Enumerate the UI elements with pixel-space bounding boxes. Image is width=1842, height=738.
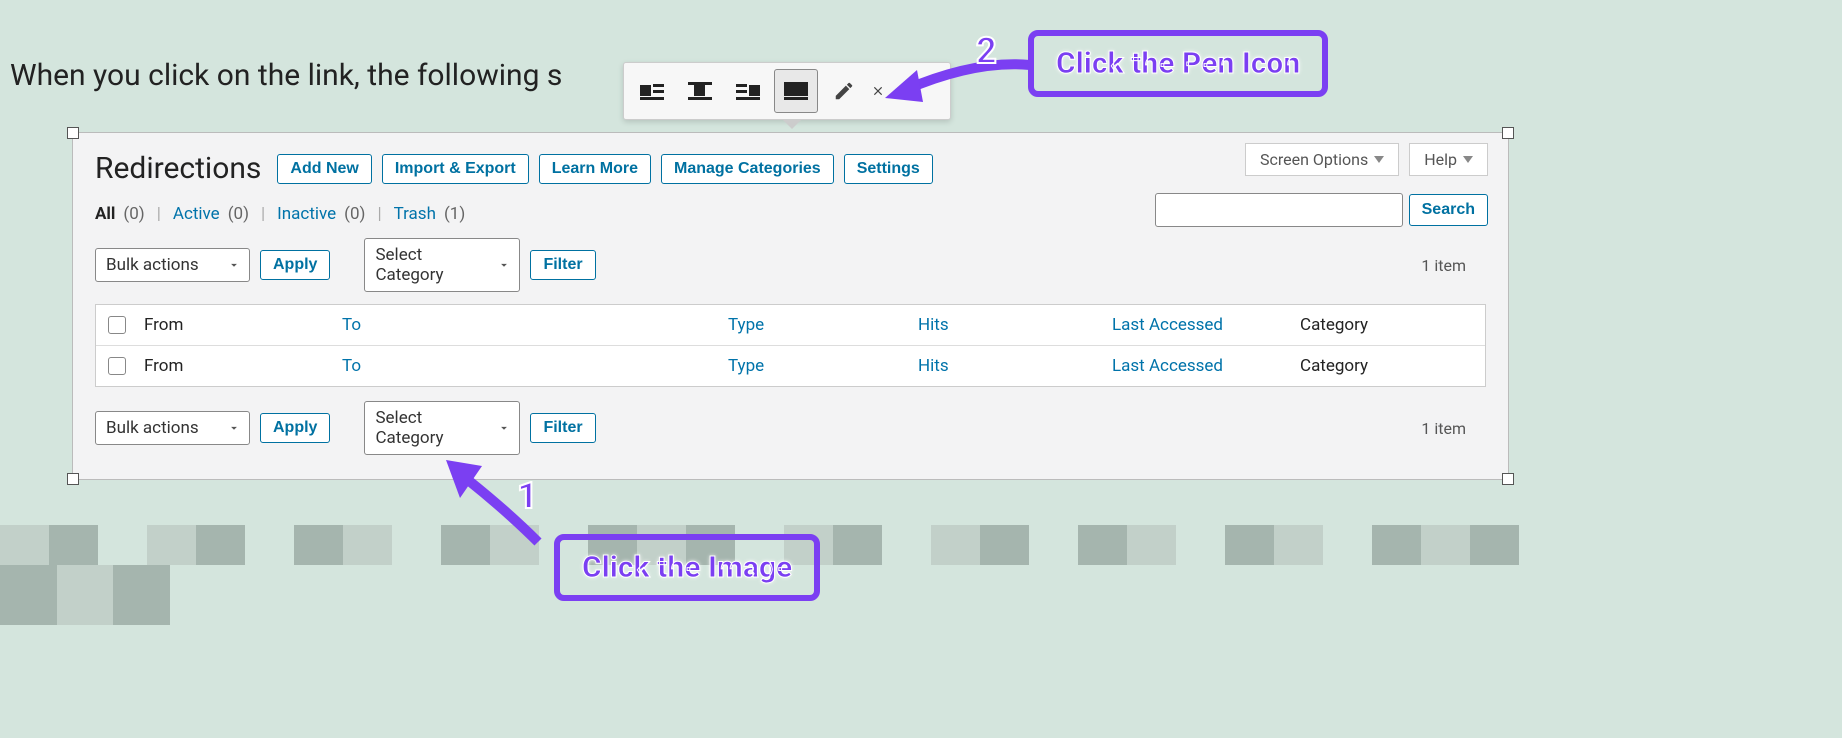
category-select-bottom[interactable]: Select Category bbox=[364, 401, 520, 455]
col-type-footer[interactable]: Type bbox=[728, 356, 918, 376]
remove-image-button[interactable] bbox=[870, 69, 886, 113]
screen-meta-links: Screen Options Help bbox=[1245, 143, 1488, 176]
step-1-number: 1 bbox=[517, 475, 538, 517]
redirections-table: From To Type Hits Last Accessed Category… bbox=[95, 304, 1486, 387]
col-from-footer: From bbox=[144, 356, 342, 376]
chevron-down-icon bbox=[1374, 156, 1384, 163]
filter-button-bottom[interactable]: Filter bbox=[530, 413, 595, 443]
apply-button-bottom[interactable]: Apply bbox=[260, 413, 330, 443]
resize-handle-bottom-right[interactable] bbox=[1502, 473, 1514, 485]
bulk-actions-select-bottom[interactable]: Bulk actions bbox=[95, 411, 250, 445]
settings-button[interactable]: Settings bbox=[844, 154, 933, 184]
col-to[interactable]: To bbox=[342, 315, 728, 335]
select-all-checkbox[interactable] bbox=[108, 316, 126, 334]
align-left-button[interactable] bbox=[630, 69, 674, 113]
table-footer-row: From To Type Hits Last Accessed Category bbox=[96, 346, 1485, 386]
callout-pen-text: Click the Pen Icon bbox=[1056, 46, 1300, 81]
col-to-footer[interactable]: To bbox=[342, 356, 728, 376]
col-last-accessed[interactable]: Last Accessed bbox=[1112, 315, 1300, 335]
col-category-footer: Category bbox=[1300, 356, 1473, 376]
filter-inactive[interactable]: Inactive bbox=[277, 204, 336, 224]
col-hits[interactable]: Hits bbox=[918, 315, 1112, 335]
search-button[interactable]: Search bbox=[1409, 194, 1488, 226]
resize-handle-bottom-left[interactable] bbox=[67, 473, 79, 485]
align-none-button[interactable] bbox=[774, 69, 818, 113]
manage-categories-button[interactable]: Manage Categories bbox=[661, 154, 834, 184]
import-export-button[interactable]: Import & Export bbox=[382, 154, 529, 184]
filter-button-top[interactable]: Filter bbox=[530, 250, 595, 280]
help-button[interactable]: Help bbox=[1409, 143, 1488, 176]
col-last-accessed-footer[interactable]: Last Accessed bbox=[1112, 356, 1300, 376]
filter-trash[interactable]: Trash bbox=[394, 204, 436, 224]
category-select-top[interactable]: Select Category bbox=[364, 238, 520, 292]
learn-more-button[interactable]: Learn More bbox=[539, 154, 651, 184]
chevron-down-icon bbox=[227, 421, 241, 435]
pixelated-block bbox=[0, 565, 170, 625]
bulk-actions-select[interactable]: Bulk actions bbox=[95, 248, 250, 282]
close-icon bbox=[871, 80, 885, 102]
search-input[interactable] bbox=[1155, 193, 1403, 227]
chevron-down-icon bbox=[497, 421, 511, 435]
edit-image-button[interactable] bbox=[822, 69, 866, 113]
item-count-top: 1 item bbox=[1421, 256, 1466, 275]
resize-handle-top-left[interactable] bbox=[67, 127, 79, 139]
align-right-icon bbox=[736, 82, 760, 100]
col-category[interactable]: Category bbox=[1300, 315, 1473, 335]
bulk-toolbar-top: Bulk actions Apply Select Category Filte… bbox=[95, 238, 1486, 292]
chevron-down-icon bbox=[497, 258, 511, 272]
intro-text: When you click on the link, the followin… bbox=[10, 58, 562, 93]
align-center-icon bbox=[688, 82, 712, 100]
selected-image[interactable]: Screen Options Help Search Redirections … bbox=[72, 132, 1509, 480]
filter-inactive-count: (0) bbox=[344, 204, 365, 224]
apply-button-top[interactable]: Apply bbox=[260, 250, 330, 280]
align-center-button[interactable] bbox=[678, 69, 722, 113]
align-none-icon bbox=[784, 82, 808, 100]
resize-handle-top-right[interactable] bbox=[1502, 127, 1514, 139]
screen-options-button[interactable]: Screen Options bbox=[1245, 143, 1399, 176]
search-area: Search bbox=[1155, 193, 1488, 227]
item-count-bottom: 1 item bbox=[1421, 419, 1466, 438]
screen-options-label: Screen Options bbox=[1260, 150, 1368, 169]
arrow-to-pen-icon bbox=[885, 50, 1035, 110]
filter-trash-count: (1) bbox=[444, 204, 465, 224]
page-title: Redirections bbox=[95, 151, 261, 186]
filter-active[interactable]: Active bbox=[173, 204, 220, 224]
chevron-down-icon bbox=[1463, 156, 1473, 163]
callout-image-text: Click the Image bbox=[582, 550, 792, 585]
col-hits-footer[interactable]: Hits bbox=[918, 356, 1112, 376]
align-right-button[interactable] bbox=[726, 69, 770, 113]
filter-all-count: (0) bbox=[123, 204, 144, 224]
table-header-row: From To Type Hits Last Accessed Category bbox=[96, 305, 1485, 346]
filter-active-count: (0) bbox=[228, 204, 249, 224]
col-from[interactable]: From bbox=[144, 315, 342, 335]
align-left-icon bbox=[640, 82, 664, 100]
filter-all[interactable]: All bbox=[95, 204, 115, 224]
help-label: Help bbox=[1424, 150, 1457, 169]
add-new-button[interactable]: Add New bbox=[277, 154, 371, 184]
pencil-icon bbox=[833, 80, 855, 102]
callout-pen-icon: Click the Pen Icon bbox=[1028, 30, 1328, 97]
bulk-toolbar-bottom: Bulk actions Apply Select Category Filte… bbox=[95, 401, 1486, 455]
step-2-number: 2 bbox=[976, 30, 997, 72]
col-type[interactable]: Type bbox=[728, 315, 918, 335]
chevron-down-icon bbox=[227, 258, 241, 272]
select-all-checkbox-footer[interactable] bbox=[108, 357, 126, 375]
callout-click-image: Click the Image bbox=[554, 534, 820, 601]
